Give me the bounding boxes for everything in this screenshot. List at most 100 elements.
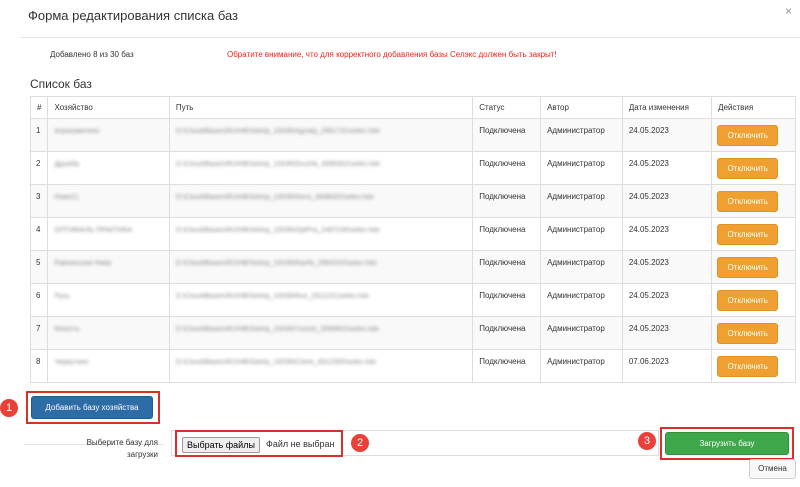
- row-actions: Отключить: [711, 118, 796, 152]
- table-row: 8 Черкутино D:\Cloud\Bases\RU\HB\Selx\p_…: [29, 349, 796, 383]
- column-header-author: Автор: [540, 96, 623, 119]
- path-blurred: D:\Cloud\Bases\RU\HB\Selx\p_10036\Novo_3…: [175, 194, 374, 201]
- disconnect-button[interactable]: Отключить: [717, 190, 779, 212]
- row-actions: Отключить: [711, 217, 796, 251]
- row-author: Администратор: [540, 184, 623, 218]
- annotation-marker-1: 1: [0, 399, 18, 417]
- add-farm-base-button[interactable]: Добавить базу хозяйства: [31, 396, 153, 419]
- disconnect-button[interactable]: Отключить: [717, 223, 779, 245]
- table-header-row: # Хозяйство Путь Статус Автор Дата измен…: [29, 96, 796, 119]
- disconnect-button[interactable]: Отключить: [717, 322, 779, 344]
- column-header-status: Статус: [472, 96, 542, 119]
- table-row: 7 Юность D:\Cloud\Bases\RU\HB\Selx\p_100…: [29, 316, 796, 350]
- farm-name-blurred: ОПТИМАЛЬ ПРАКТИКА: [54, 227, 133, 234]
- disconnect-button[interactable]: Отключить: [717, 355, 779, 377]
- farm-name-blurred: Ново21: [54, 194, 79, 201]
- bases-count-text: Добавлено 8 из 30 баз: [50, 50, 134, 59]
- bases-table: # Хозяйство Путь Статус Автор Дата измен…: [29, 96, 796, 383]
- row-path: D:\Cloud\Bases\RU\HB\Selx\p_10036\Novo_3…: [168, 184, 474, 218]
- row-date: 24.05.2023: [621, 316, 713, 350]
- row-author: Администратор: [540, 349, 623, 383]
- column-header-farm: Хозяйство: [47, 96, 170, 119]
- farm-name-blurred: Черкутино: [54, 359, 89, 366]
- row-author: Администратор: [540, 250, 623, 284]
- row-date: 24.05.2023: [621, 217, 713, 251]
- close-icon[interactable]: ×: [785, 4, 792, 18]
- row-num: 5: [29, 250, 49, 284]
- row-status: Подключена: [472, 349, 542, 383]
- row-actions: Отключить: [711, 316, 796, 350]
- table-row: 1 Агрокомплекс D:\Cloud\Bases\RU\HB\Selx…: [29, 118, 796, 152]
- row-date: 24.05.2023: [621, 118, 713, 152]
- column-header-num: #: [29, 96, 49, 119]
- row-author: Администратор: [540, 283, 623, 317]
- disconnect-button[interactable]: Отключить: [717, 157, 779, 179]
- dialog-title: Форма редактирования списка баз: [28, 8, 239, 23]
- upload-base-button[interactable]: Загрузить базу: [665, 432, 789, 455]
- row-author: Администратор: [540, 151, 623, 185]
- farm-name-blurred: Русь: [54, 293, 70, 300]
- row-date: 24.05.2023: [621, 151, 713, 185]
- choose-files-button[interactable]: Выбрать файлы: [182, 437, 260, 453]
- path-blurred: D:\Cloud\Bases\RU\HB\Selx\p_10036\RavNi_…: [175, 260, 377, 267]
- table-row: 2 Дружба D:\Cloud\Bases\RU\HB\Selx\p_100…: [29, 151, 796, 185]
- row-path: D:\Cloud\Bases\RU\HB\Selx\p_10036\Yunost…: [168, 316, 474, 350]
- row-path: D:\Cloud\Bases\RU\HB\Selx\p_10036\OptPra…: [168, 217, 474, 251]
- column-header-date: Дата изменения: [621, 96, 713, 119]
- row-path: D:\Cloud\Bases\RU\HB\Selx\p_10036\Druzhb…: [168, 151, 474, 185]
- annotation-marker-3: 3: [638, 432, 656, 450]
- row-actions: Отключить: [711, 283, 796, 317]
- row-farm: Ново21: [47, 184, 170, 218]
- row-farm: Агрокомплекс: [47, 118, 170, 152]
- row-author: Администратор: [540, 217, 623, 251]
- row-num: 3: [29, 184, 49, 218]
- warning-text: Обратите внимание, что для корректного д…: [227, 50, 557, 59]
- disconnect-button[interactable]: Отключить: [717, 256, 779, 278]
- farm-name-blurred: Дружба: [54, 161, 80, 168]
- row-actions: Отключить: [711, 250, 796, 284]
- row-actions: Отключить: [711, 349, 796, 383]
- header-divider: [20, 37, 800, 38]
- row-farm: Равнинская Нива: [47, 250, 170, 284]
- path-blurred: D:\Cloud\Bases\RU\HB\Selx\p_10036\OptPra…: [175, 227, 380, 234]
- table-row: 4 ОПТИМАЛЬ ПРАКТИКА D:\Cloud\Bases\RU\HB…: [29, 217, 796, 251]
- disconnect-button[interactable]: Отключить: [717, 124, 779, 146]
- row-status: Подключена: [472, 217, 542, 251]
- row-farm: Дружба: [47, 151, 170, 185]
- column-header-path: Путь: [168, 96, 474, 119]
- row-author: Администратор: [540, 316, 623, 350]
- row-date: 07.06.2023: [621, 349, 713, 383]
- row-num: 6: [29, 283, 49, 317]
- row-status: Подключена: [472, 316, 542, 350]
- row-status: Подключена: [472, 151, 542, 185]
- row-farm: ОПТИМАЛЬ ПРАКТИКА: [47, 217, 170, 251]
- row-status: Подключена: [472, 283, 542, 317]
- row-status: Подключена: [472, 250, 542, 284]
- row-num: 2: [29, 151, 49, 185]
- row-date: 24.05.2023: [621, 184, 713, 218]
- row-farm: Русь: [47, 283, 170, 317]
- column-header-actions: Действия: [711, 96, 796, 119]
- table-row: 6 Русь D:\Cloud\Bases\RU\HB\Selx\p_10036…: [29, 283, 796, 317]
- annotation-marker-2: 2: [351, 434, 369, 452]
- file-status-text: Файл не выбран: [266, 439, 335, 449]
- row-num: 8: [29, 349, 49, 383]
- cancel-button[interactable]: Отмена: [749, 459, 796, 479]
- row-date: 24.05.2023: [621, 283, 713, 317]
- row-path: D:\Cloud\Bases\RU\HB\Selx\p_10036\Cherk_…: [168, 349, 474, 383]
- path-blurred: D:\Cloud\Bases\RU\HB\Selx\p_10036\Cherk_…: [175, 359, 377, 366]
- row-status: Подключена: [472, 118, 542, 152]
- row-date: 24.05.2023: [621, 250, 713, 284]
- table-row: 3 Ново21 D:\Cloud\Bases\RU\HB\Selx\p_100…: [29, 184, 796, 218]
- disconnect-button[interactable]: Отключить: [717, 289, 779, 311]
- row-status: Подключена: [472, 184, 542, 218]
- row-actions: Отключить: [711, 151, 796, 185]
- row-num: 4: [29, 217, 49, 251]
- list-title: Список баз: [30, 77, 92, 91]
- path-blurred: D:\Cloud\Bases\RU\HB\Selx\p_10036\Rus_29…: [175, 293, 369, 300]
- row-path: D:\Cloud\Bases\RU\HB\Selx\p_10036\Rus_29…: [168, 283, 474, 317]
- row-path: D:\Cloud\Bases\RU\HB\Selx\p_10036\RavNi_…: [168, 250, 474, 284]
- farm-name-blurred: Равнинская Нива: [54, 260, 111, 267]
- row-num: 7: [29, 316, 49, 350]
- path-blurred: D:\Cloud\Bases\RU\HB\Selx\p_10036\Yunost…: [175, 326, 379, 333]
